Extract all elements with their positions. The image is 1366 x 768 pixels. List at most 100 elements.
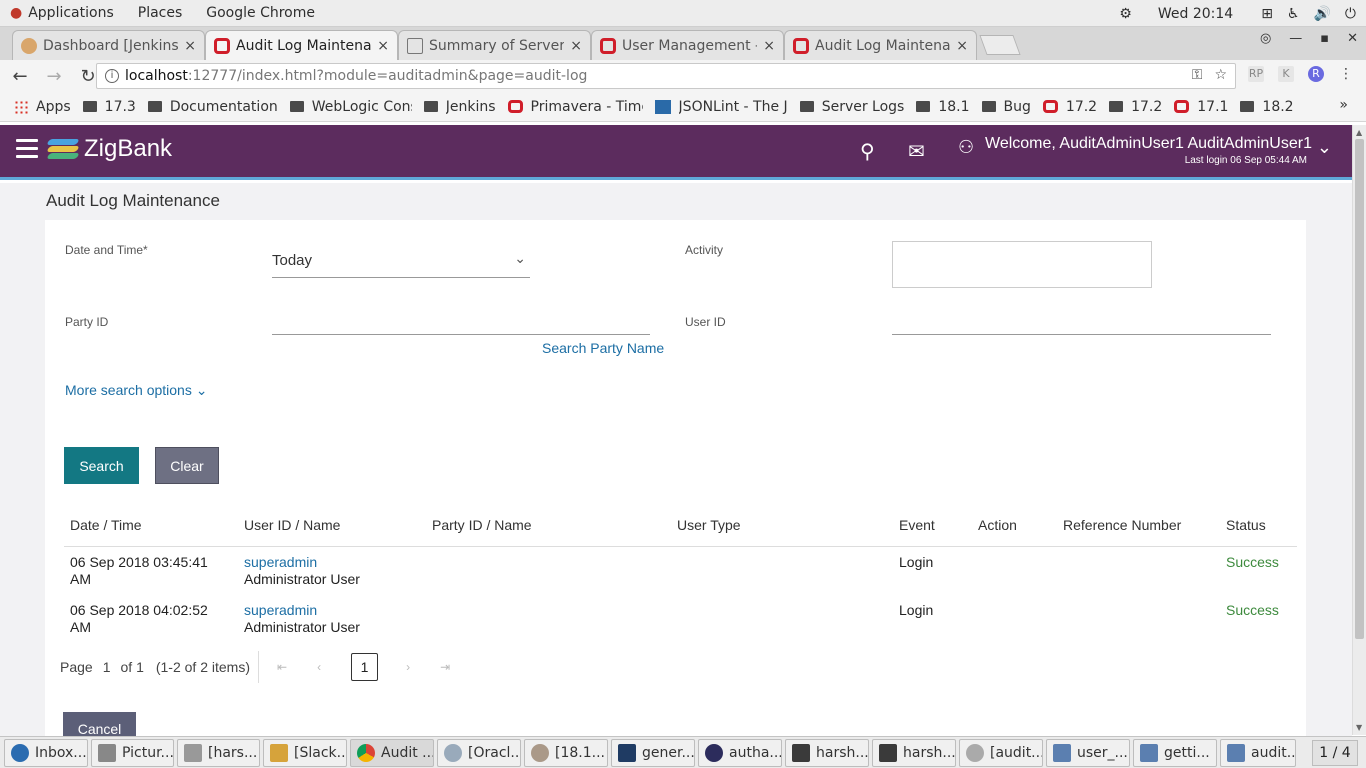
chevron-down-icon[interactable]: ⌄ [1317, 137, 1332, 158]
date-time-select[interactable]: Today ⌄ [272, 244, 530, 278]
task-gener[interactable]: gener... [611, 738, 695, 767]
brand-logo[interactable]: ZigBank [46, 135, 172, 163]
close-window-icon[interactable]: ✕ [1347, 31, 1358, 46]
maximize-icon[interactable]: ▪ [1320, 31, 1329, 46]
bookmark-17-2-oracle[interactable]: 17.2 [1042, 99, 1097, 115]
tab-strip: Dashboard [Jenkins] × Audit Log Maintena… [0, 27, 1366, 60]
task-audit-chrome[interactable]: Audit ... [350, 738, 434, 767]
close-tab-icon[interactable]: × [956, 38, 968, 54]
bookmark-17-3[interactable]: 17.3 [82, 99, 136, 115]
cancel-button[interactable]: Cancel [63, 712, 136, 736]
task-slack[interactable]: [Slack... [263, 738, 347, 767]
scroll-down-icon[interactable]: ▼ [1356, 723, 1362, 732]
k-extension-icon[interactable]: K [1278, 66, 1294, 82]
search-button[interactable]: Search [64, 447, 139, 484]
bookmark-18-1[interactable]: 18.1 [916, 99, 970, 115]
chrome-menu-icon[interactable]: ⋮ [1338, 66, 1354, 82]
places-menu[interactable]: Places [138, 5, 183, 21]
user-icon[interactable]: ⚇ [958, 137, 974, 158]
bookmark-star-icon[interactable]: ☆ [1214, 67, 1227, 83]
clock[interactable]: Wed 20:14 [1158, 6, 1233, 22]
bookmark-apps[interactable]: Apps [14, 99, 71, 115]
more-search-options-link[interactable]: More search options ⌄ [65, 382, 207, 399]
user-id-input[interactable] [892, 309, 1271, 335]
welcome-text[interactable]: Welcome, AuditAdminUser1 AuditAdminUser1 [985, 135, 1312, 153]
activity-input[interactable] [892, 241, 1152, 288]
bookmark-jenkins[interactable]: Jenkins [423, 99, 496, 115]
task-autha[interactable]: autha... [698, 738, 782, 767]
task-user-doc[interactable]: user_... [1046, 738, 1130, 767]
close-tab-icon[interactable]: × [184, 38, 196, 54]
settings-gear-icon[interactable]: ⚙ [1119, 6, 1132, 22]
bookmarks-overflow-button[interactable]: » [1339, 97, 1348, 113]
page-scrollbar[interactable]: ▲ ▼ [1352, 125, 1366, 735]
close-tab-icon[interactable]: × [763, 38, 775, 54]
task-harsh-terminal-2[interactable]: harsh... [872, 738, 956, 767]
folder-icon [981, 101, 996, 112]
task-inbox[interactable]: Inbox... [4, 738, 88, 767]
workspace-switcher[interactable]: 1 / 4 [1312, 740, 1358, 766]
forward-arrow-icon[interactable]: → [40, 66, 68, 87]
task-harsh-terminal-1[interactable]: harsh... [785, 738, 869, 767]
tab-audit-log-2[interactable]: Audit Log Maintenar × [784, 30, 977, 60]
task-18-1[interactable]: [18.1... [524, 738, 608, 767]
next-page-icon[interactable]: › [406, 660, 410, 674]
volume-icon[interactable]: 🔊 [1313, 6, 1330, 22]
accessibility-icon[interactable]: ♿ [1287, 6, 1300, 22]
tab-dashboard-jenkins[interactable]: Dashboard [Jenkins] × [12, 30, 205, 60]
task-audit-doc[interactable]: audit... [1220, 738, 1296, 767]
clear-button[interactable]: Clear [155, 447, 219, 484]
bookmark-bug[interactable]: Bug [981, 99, 1031, 115]
key-icon[interactable]: ⚿ [1192, 67, 1203, 83]
close-tab-icon[interactable]: × [570, 38, 582, 54]
page-title: Audit Log Maintenance [46, 191, 220, 210]
bookmark-primavera[interactable]: Primavera - Time [507, 99, 643, 115]
bookmark-18-2[interactable]: 18.2 [1240, 99, 1294, 115]
task-audit-window[interactable]: [audit... [959, 738, 1043, 767]
tab-user-management[interactable]: User Management - × [591, 30, 784, 60]
address-bar[interactable]: i localhost:12777/index.html?module=audi… [96, 63, 1236, 89]
task-harsh-1[interactable]: [hars... [177, 738, 260, 767]
search-icon[interactable]: ⚲ [860, 139, 875, 163]
last-page-icon[interactable]: ⇥ [440, 660, 450, 674]
bookmark-server-logs[interactable]: Server Logs [799, 99, 904, 115]
current-page-button[interactable]: 1 [351, 653, 379, 681]
tab-audit-log-active[interactable]: Audit Log Maintenar × [205, 30, 398, 60]
bookmark-17-1[interactable]: 17.1 [1174, 99, 1228, 115]
page-number[interactable]: 1 [103, 659, 111, 675]
pager-divider [258, 651, 259, 683]
window-controls: ◎ — ▪ ✕ [1242, 31, 1358, 46]
bookmark-jsonlint[interactable]: JSONLint - The J [654, 99, 788, 115]
row-user-id-link[interactable]: superadmin [244, 554, 317, 571]
r-extension-icon[interactable]: R [1308, 66, 1324, 82]
minimize-icon[interactable]: — [1289, 31, 1302, 46]
rp-extension-icon[interactable]: RP [1248, 66, 1264, 82]
first-page-icon[interactable]: ⇤ [277, 660, 287, 674]
applications-menu[interactable]: ● Applications [10, 5, 114, 21]
task-getti-doc[interactable]: getti... [1133, 738, 1217, 767]
prev-page-icon[interactable]: ‹ [317, 660, 321, 674]
new-tab-button[interactable] [979, 35, 1021, 55]
bookmark-weblogic[interactable]: WebLogic Consol [289, 99, 412, 115]
bookmark-documentation[interactable]: Documentation [147, 99, 278, 115]
row-user-id-link[interactable]: superadmin [244, 602, 317, 619]
party-id-input[interactable] [272, 309, 650, 335]
chrome-menu[interactable]: Google Chrome [206, 5, 315, 21]
bookmark-17-2-folder[interactable]: 17.2 [1109, 99, 1162, 115]
folder-icon [799, 101, 814, 112]
search-party-name-link[interactable]: Search Party Name [542, 340, 664, 356]
folder-icon [423, 101, 438, 112]
profile-icon[interactable]: ◎ [1260, 31, 1271, 46]
scrollbar-thumb[interactable] [1355, 139, 1364, 639]
back-arrow-icon[interactable]: ← [6, 66, 34, 87]
scroll-up-icon[interactable]: ▲ [1356, 128, 1362, 137]
close-tab-icon[interactable]: × [377, 38, 389, 54]
mail-icon[interactable]: ✉ [908, 139, 925, 163]
task-pictures[interactable]: Pictur... [91, 738, 174, 767]
power-icon[interactable]: ⏻ [1345, 6, 1356, 22]
tab-summary-servers[interactable]: Summary of Servers × [398, 30, 591, 60]
hamburger-menu-icon[interactable] [16, 139, 38, 158]
network-icon[interactable]: ⊞ [1261, 6, 1273, 22]
info-icon[interactable]: i [105, 69, 119, 83]
task-oracle[interactable]: [Oracl... [437, 738, 521, 767]
